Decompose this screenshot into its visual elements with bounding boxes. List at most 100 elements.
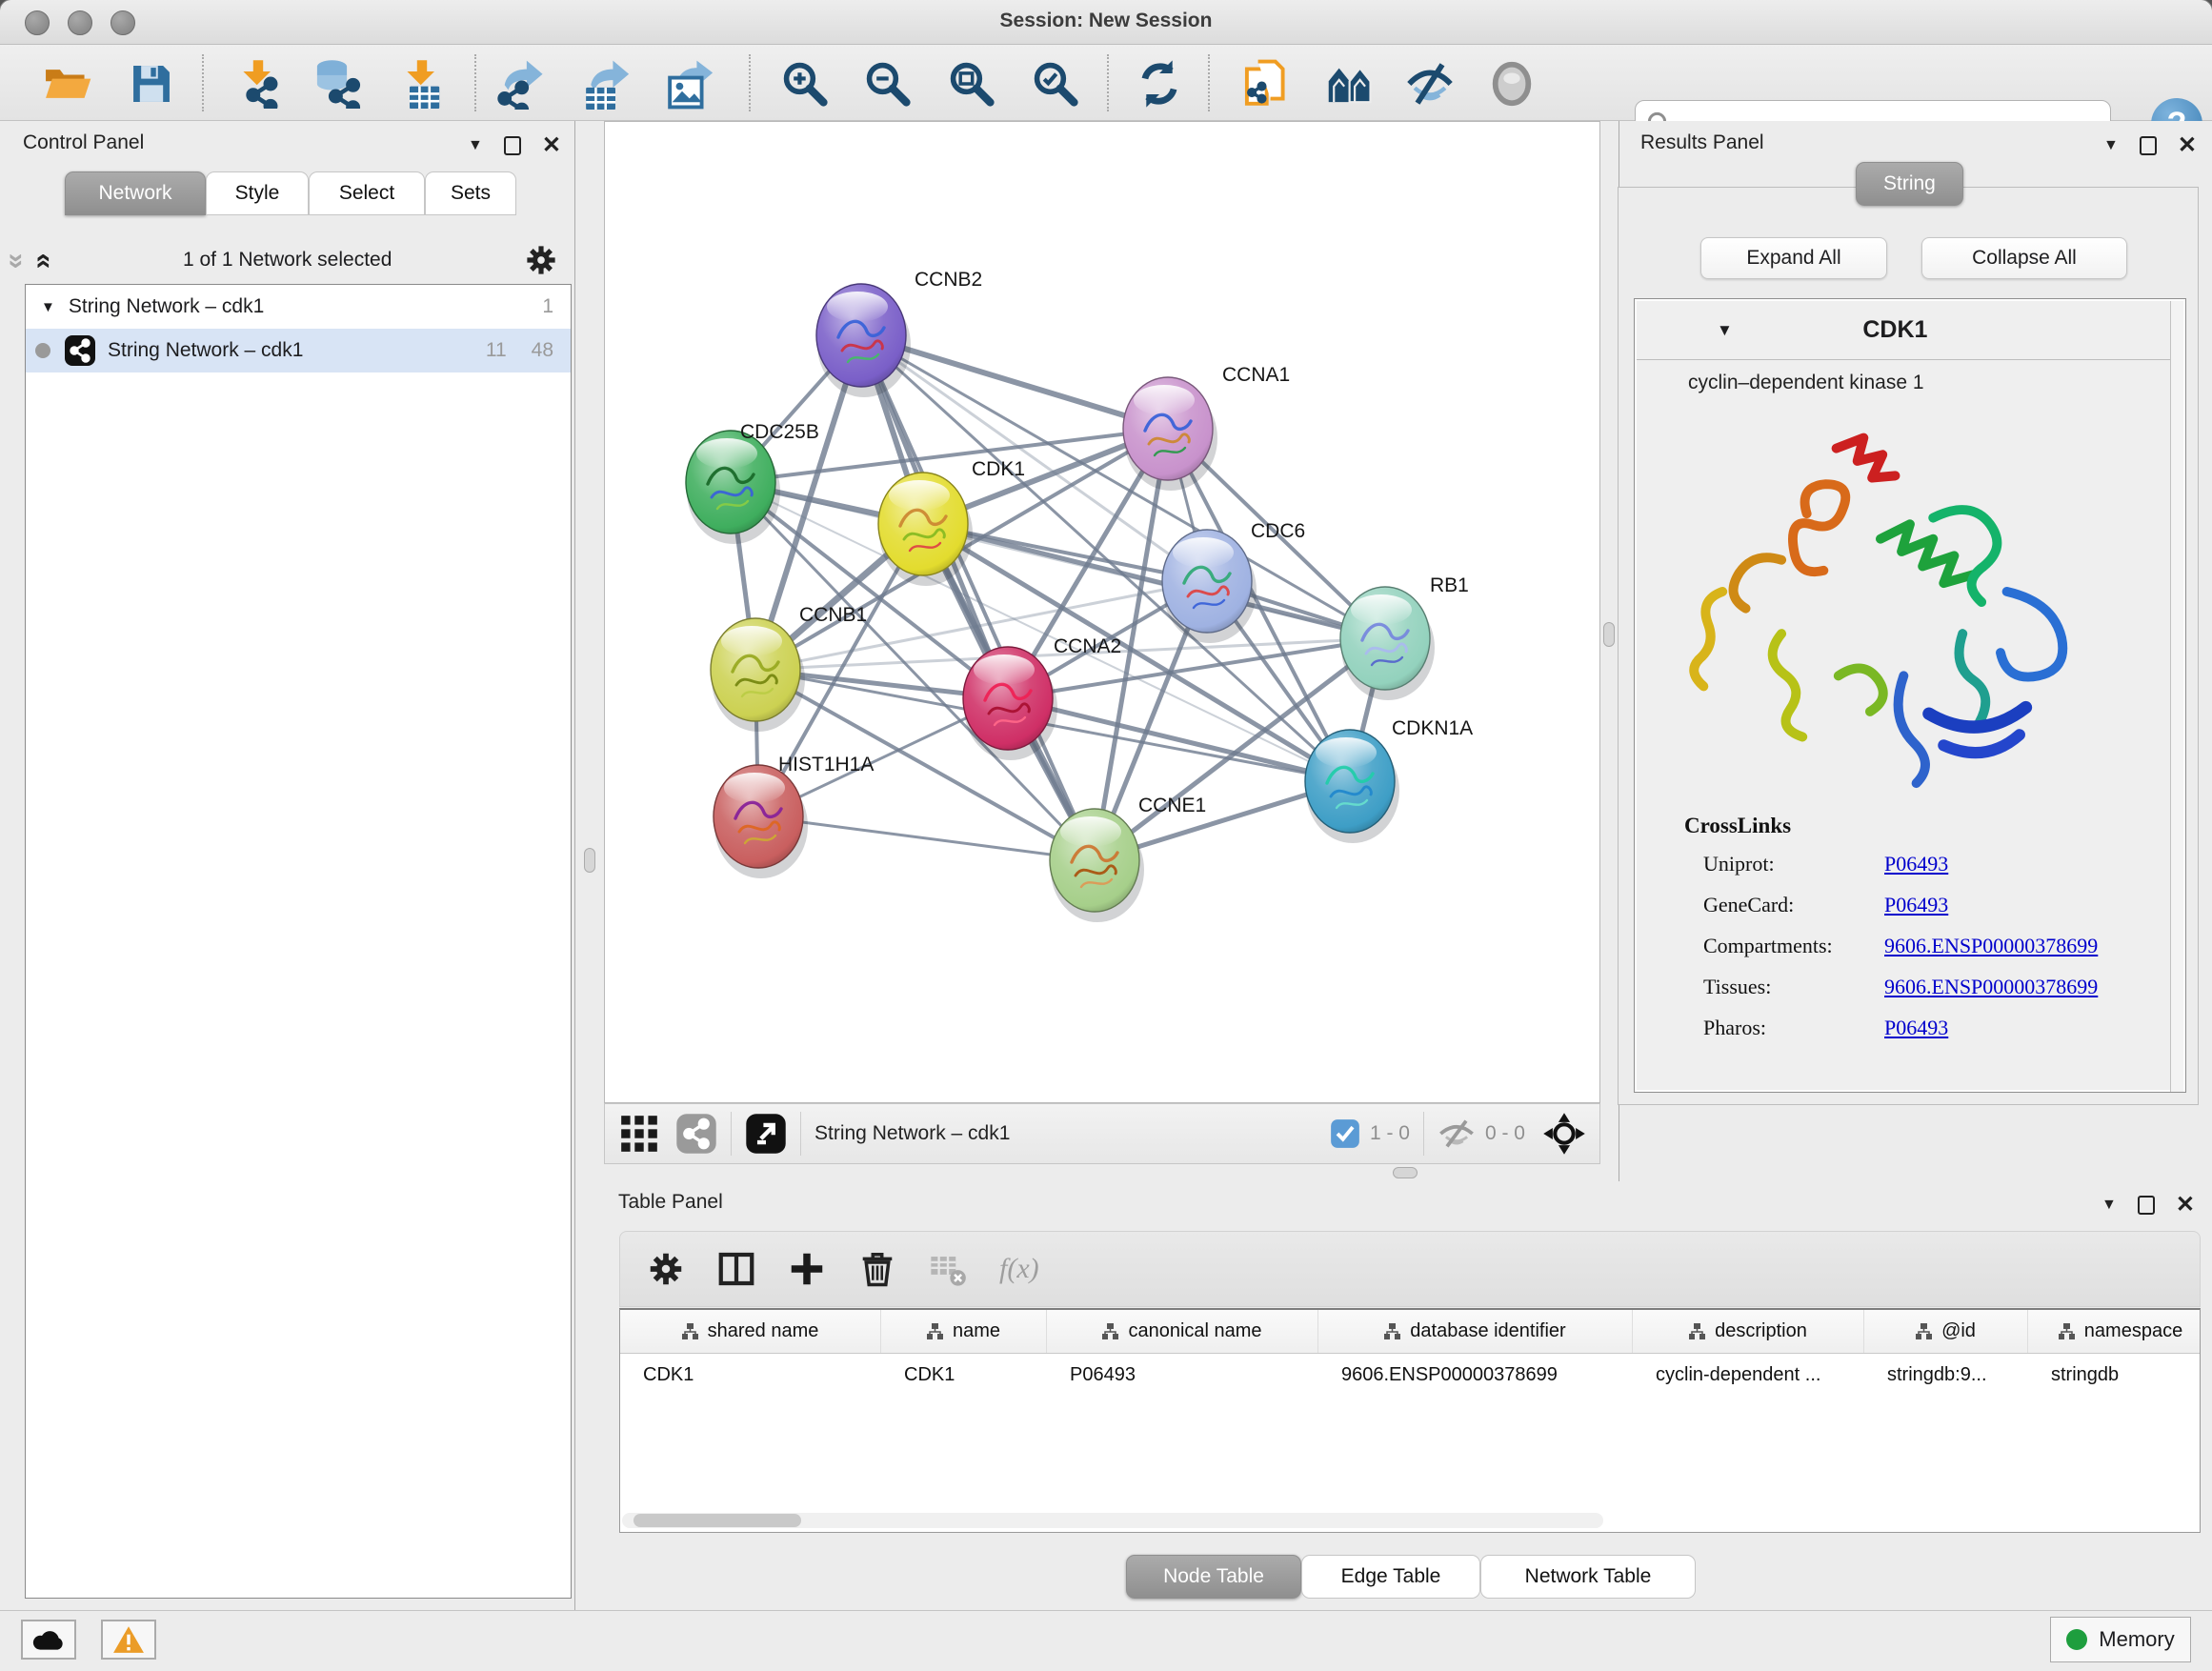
gear-icon[interactable] bbox=[647, 1250, 685, 1288]
show-columns-icon[interactable] bbox=[717, 1250, 755, 1288]
open-session-button[interactable] bbox=[40, 56, 95, 111]
tab-sets[interactable]: Sets bbox=[425, 171, 516, 215]
panel-float-icon[interactable] bbox=[2140, 136, 2157, 155]
column-header-shared-name[interactable]: shared name bbox=[620, 1310, 881, 1353]
expand-all-button[interactable]: Expand All bbox=[1700, 237, 1887, 279]
tab-edge-table[interactable]: Edge Table bbox=[1301, 1555, 1480, 1599]
column-header-database-identifier[interactable]: database identifier bbox=[1318, 1310, 1633, 1353]
table-cell[interactable]: P06493 bbox=[1047, 1354, 1318, 1396]
crosslink-link[interactable]: P06493 bbox=[1884, 893, 1948, 917]
panel-float-icon[interactable] bbox=[2138, 1196, 2155, 1215]
crosslink-link[interactable]: P06493 bbox=[1884, 1016, 1948, 1040]
copy-style-button[interactable] bbox=[1240, 56, 1296, 111]
network-edge[interactable] bbox=[861, 335, 1095, 860]
column-header--id[interactable]: @id bbox=[1864, 1310, 2028, 1353]
tree-expand-icon[interactable]: ▼ bbox=[41, 299, 55, 315]
warnings-button[interactable] bbox=[101, 1620, 156, 1660]
add-column-icon[interactable] bbox=[788, 1250, 826, 1288]
function-builder-button[interactable]: f(x) bbox=[999, 1253, 1039, 1285]
hidden-eye-icon[interactable] bbox=[1438, 1117, 1476, 1150]
table-cell[interactable]: CDK1 bbox=[620, 1354, 881, 1396]
save-session-button[interactable] bbox=[124, 56, 179, 111]
panel-menu-icon[interactable]: ▼ bbox=[468, 137, 483, 154]
column-header-canonical-name[interactable]: canonical name bbox=[1047, 1310, 1318, 1353]
column-header-name[interactable]: name bbox=[881, 1310, 1047, 1353]
network-edge[interactable] bbox=[758, 816, 1095, 860]
table-cell[interactable]: 9606.ENSP00000378699 bbox=[1318, 1354, 1633, 1396]
birdseye-grid-icon[interactable] bbox=[620, 1115, 658, 1153]
tab-node-table[interactable]: Node Table bbox=[1126, 1555, 1301, 1599]
panel-menu-icon[interactable]: ▼ bbox=[2103, 137, 2119, 154]
selected-checkbox-icon[interactable] bbox=[1330, 1118, 1360, 1149]
zoom-out-button[interactable] bbox=[860, 56, 915, 111]
network-graph[interactable]: CCNB2CCNA1CDC25BCDK1CDC6RB1CCNB1CCNA2CDK… bbox=[605, 122, 1599, 1102]
table-cell[interactable]: cyclin-dependent ... bbox=[1633, 1354, 1864, 1396]
refresh-button[interactable] bbox=[1132, 56, 1187, 111]
crosshair-icon[interactable] bbox=[1542, 1112, 1586, 1156]
network-edge[interactable] bbox=[923, 524, 1385, 638]
show-all-button[interactable] bbox=[1484, 56, 1539, 111]
panel-menu-icon[interactable]: ▼ bbox=[2101, 1197, 2117, 1214]
tab-style[interactable]: Style bbox=[206, 171, 309, 215]
network-node-ccna2[interactable] bbox=[963, 647, 1057, 760]
crosslink-link[interactable]: 9606.ENSP00000378699 bbox=[1884, 934, 2098, 958]
network-collection-row[interactable]: ▼ String Network – cdk1 1 bbox=[26, 285, 571, 329]
network-node-hist1h1a[interactable] bbox=[714, 765, 808, 878]
table-cell[interactable]: CDK1 bbox=[881, 1354, 1047, 1396]
import-network-file-button[interactable] bbox=[231, 56, 286, 111]
table-hscrollbar[interactable] bbox=[622, 1513, 1603, 1528]
tab-select[interactable]: Select bbox=[309, 171, 425, 215]
share-network-icon[interactable] bbox=[675, 1113, 717, 1155]
network-node-ccna1[interactable] bbox=[1123, 377, 1217, 491]
network-node-cdc25b[interactable] bbox=[686, 431, 780, 544]
network-node-ccne1[interactable] bbox=[1050, 809, 1144, 922]
network-row[interactable]: String Network – cdk1 11 48 bbox=[26, 329, 571, 372]
bottom-splitter-handle[interactable] bbox=[1393, 1167, 1418, 1178]
gear-icon[interactable] bbox=[524, 243, 558, 277]
panel-float-icon[interactable] bbox=[504, 136, 521, 155]
hide-selected-button[interactable] bbox=[1402, 56, 1458, 111]
tab-string[interactable]: String bbox=[1856, 162, 1963, 206]
crosslink-link[interactable]: 9606.ENSP00000378699 bbox=[1884, 975, 2098, 999]
left-splitter-handle[interactable] bbox=[584, 848, 595, 873]
table-cell[interactable]: stringdb bbox=[2028, 1354, 2201, 1396]
column-header-namespace[interactable]: namespace bbox=[2028, 1310, 2201, 1353]
export-table-button[interactable] bbox=[579, 56, 634, 111]
table-cell[interactable]: stringdb:9... bbox=[1864, 1354, 2028, 1396]
delete-table-icon[interactable] bbox=[929, 1250, 967, 1288]
network-node-cdkn1a[interactable] bbox=[1305, 730, 1399, 843]
export-image-button[interactable] bbox=[663, 56, 718, 111]
network-node-cdc6[interactable] bbox=[1162, 530, 1257, 643]
network-node-cdk1[interactable] bbox=[878, 473, 973, 586]
cloud-status-button[interactable] bbox=[21, 1620, 76, 1660]
open-in-window-icon[interactable] bbox=[745, 1113, 787, 1155]
tab-network-table[interactable]: Network Table bbox=[1480, 1555, 1696, 1599]
column-header-description[interactable]: description bbox=[1633, 1310, 1864, 1353]
first-neighbors-button[interactable] bbox=[1323, 56, 1378, 111]
panel-close-icon[interactable]: ✕ bbox=[542, 131, 561, 159]
expand-all-icon[interactable]: « bbox=[28, 253, 60, 268]
network-node-rb1[interactable] bbox=[1340, 587, 1435, 700]
collapse-section-icon[interactable]: ▼ bbox=[1717, 321, 1733, 340]
string-network-icon bbox=[64, 334, 96, 367]
collapse-all-button[interactable]: Collapse All bbox=[1921, 237, 2127, 279]
right-splitter-handle[interactable] bbox=[1603, 622, 1615, 647]
memory-status-button[interactable]: Memory bbox=[2050, 1617, 2191, 1662]
panel-close-icon[interactable]: ✕ bbox=[2176, 1191, 2195, 1218]
results-scrollbar[interactable] bbox=[2170, 301, 2183, 1092]
tab-network[interactable]: Network bbox=[65, 171, 206, 215]
network-canvas[interactable]: CCNB2CCNA1CDC25BCDK1CDC6RB1CCNB1CCNA2CDK… bbox=[604, 121, 1600, 1103]
crosslink-link[interactable]: P06493 bbox=[1884, 852, 1948, 876]
zoom-selected-button[interactable] bbox=[1028, 56, 1083, 111]
table-row[interactable]: CDK1CDK1P064939606.ENSP00000378699cyclin… bbox=[620, 1354, 2200, 1396]
hscrollbar-thumb[interactable] bbox=[633, 1514, 801, 1527]
panel-close-icon[interactable]: ✕ bbox=[2178, 131, 2197, 159]
import-network-database-button[interactable] bbox=[311, 56, 366, 111]
delete-column-icon[interactable] bbox=[858, 1250, 896, 1288]
import-table-button[interactable] bbox=[394, 56, 450, 111]
network-node-ccnb2[interactable] bbox=[816, 284, 911, 397]
export-network-button[interactable] bbox=[495, 56, 551, 111]
node-details-header[interactable]: ▼ CDK1 bbox=[1637, 301, 2172, 360]
zoom-fit-button[interactable] bbox=[944, 56, 999, 111]
zoom-in-button[interactable] bbox=[777, 56, 833, 111]
